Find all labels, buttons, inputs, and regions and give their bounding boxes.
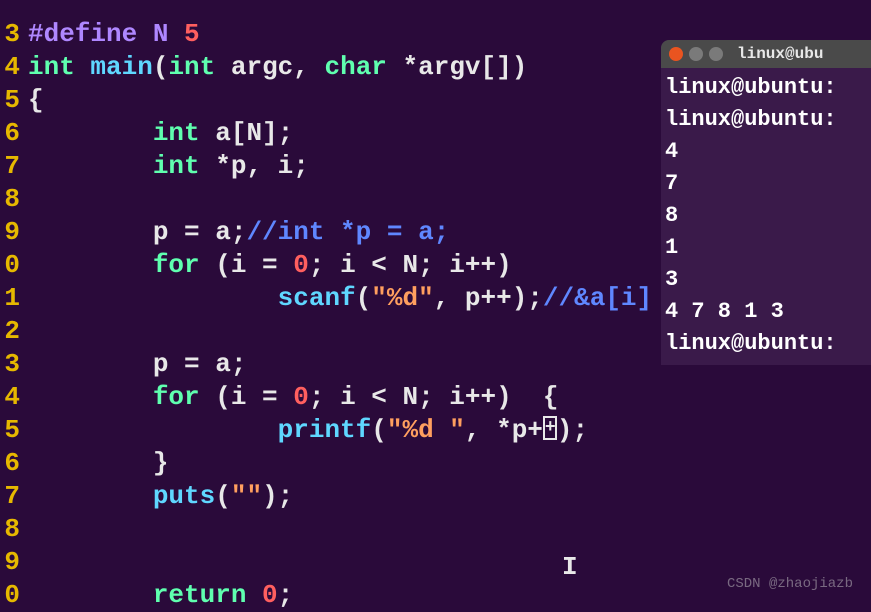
code-content[interactable]: p = a; xyxy=(28,348,246,381)
code-content[interactable]: printf("%d ", *p++); xyxy=(28,414,588,447)
line-number: 3 xyxy=(0,18,28,51)
code-content[interactable]: for (i = 0; i < N; i++) { xyxy=(28,381,559,414)
line-number: 0 xyxy=(0,249,28,282)
code-content[interactable]: { xyxy=(28,84,44,117)
code-content[interactable]: p = a;//int *p = a; xyxy=(28,216,449,249)
code-line[interactable]: 8 xyxy=(0,513,871,546)
line-number: 4 xyxy=(0,51,28,84)
code-line[interactable]: 6 } xyxy=(0,447,871,480)
line-number: 5 xyxy=(0,414,28,447)
line-number: 7 xyxy=(0,150,28,183)
code-content[interactable]: } xyxy=(28,447,168,480)
terminal-line: 7 xyxy=(665,168,867,200)
line-number: 9 xyxy=(0,216,28,249)
terminal-line: 4 7 8 1 3 xyxy=(665,296,867,328)
line-number: 4 xyxy=(0,381,28,414)
terminal-line: linux@ubuntu: xyxy=(665,104,867,136)
close-icon[interactable] xyxy=(669,47,683,61)
line-number: 6 xyxy=(0,447,28,480)
maximize-icon[interactable] xyxy=(709,47,723,61)
terminal-line: 8 xyxy=(665,200,867,232)
line-number: 3 xyxy=(0,348,28,381)
terminal-title: linux@ubu xyxy=(737,45,823,63)
insertion-cursor: + xyxy=(543,416,557,440)
code-content[interactable]: int a[N]; xyxy=(28,117,293,150)
code-content[interactable]: for (i = 0; i < N; i++) xyxy=(28,249,512,282)
terminal-line: 4 xyxy=(665,136,867,168)
code-content[interactable]: int main(int argc, char *argv[]) xyxy=(28,51,527,84)
terminal-line: 3 xyxy=(665,264,867,296)
text-cursor: I xyxy=(562,552,564,578)
line-number: 1 xyxy=(0,282,28,315)
terminal-line: linux@ubuntu: xyxy=(665,328,867,360)
terminal-content[interactable]: linux@ubuntu:linux@ubuntu:478134 7 8 1 3… xyxy=(661,68,871,364)
code-content[interactable]: puts(""); xyxy=(28,480,293,513)
code-line[interactable]: 7 puts(""); xyxy=(0,480,871,513)
code-line[interactable]: 9 xyxy=(0,546,871,579)
line-number: 8 xyxy=(0,183,28,216)
watermark: CSDN @zhaojiazb xyxy=(727,576,853,592)
code-content[interactable]: #define N 5 xyxy=(28,18,200,51)
line-number: 6 xyxy=(0,117,28,150)
terminal-window[interactable]: linux@ubu linux@ubuntu:linux@ubuntu:4781… xyxy=(661,40,871,365)
line-number: 9 xyxy=(0,546,28,579)
line-number: 7 xyxy=(0,480,28,513)
code-content[interactable]: return 0; xyxy=(28,579,293,612)
code-line[interactable]: 4 for (i = 0; i < N; i++) { xyxy=(0,381,871,414)
terminal-line: linux@ubuntu: xyxy=(665,72,867,104)
code-content[interactable]: int *p, i; xyxy=(28,150,309,183)
line-number: 0 xyxy=(0,579,28,612)
code-line[interactable]: 5 printf("%d ", *p++); xyxy=(0,414,871,447)
minimize-icon[interactable] xyxy=(689,47,703,61)
line-number: 2 xyxy=(0,315,28,348)
line-number: 5 xyxy=(0,84,28,117)
code-content[interactable]: scanf("%d", p++);//&a[i] xyxy=(28,282,652,315)
terminal-titlebar[interactable]: linux@ubu xyxy=(661,40,871,68)
terminal-line: 1 xyxy=(665,232,867,264)
line-number: 8 xyxy=(0,513,28,546)
